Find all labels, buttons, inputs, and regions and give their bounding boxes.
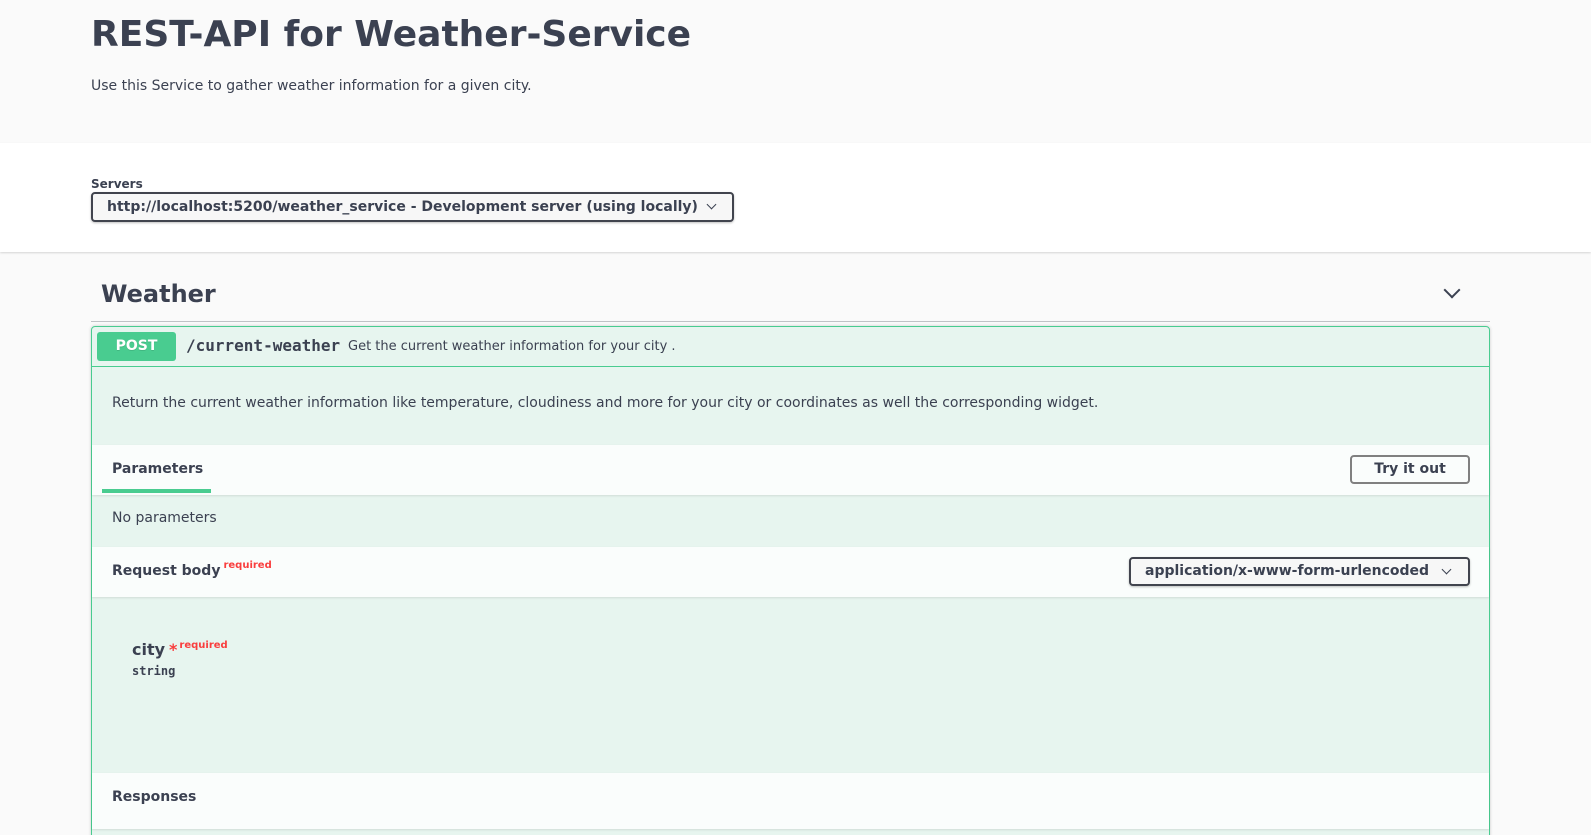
operation-summary-text: Get the current weather information for … xyxy=(348,339,676,354)
operation-block-post: POST /current-weather Get the current we… xyxy=(91,326,1490,835)
servers-select[interactable]: http://localhost:5200/weather_service - … xyxy=(91,192,734,222)
tag-title: Weather xyxy=(101,280,216,308)
try-it-out-button[interactable]: Try it out xyxy=(1350,455,1470,484)
no-parameters-text: No parameters xyxy=(112,510,217,526)
servers-section: Servers http://localhost:5200/weather_se… xyxy=(0,143,1591,252)
param-name-text: city xyxy=(132,640,166,659)
request-body-required-badge: required xyxy=(223,560,272,571)
operation-description: Return the current weather information l… xyxy=(112,395,1099,411)
tab-active-indicator xyxy=(102,489,211,493)
chevron-down-icon xyxy=(706,199,717,210)
responses-title: Responses xyxy=(112,789,197,805)
chevron-down-icon xyxy=(1441,564,1452,575)
api-info-header: REST-API for Weather-Service Use this Se… xyxy=(0,0,1591,143)
content-type-value: application/x-www-form-urlencoded xyxy=(1145,563,1430,579)
parameters-section-header: Parameters Try it out xyxy=(92,445,1489,495)
operation-summary[interactable]: POST /current-weather Get the current we… xyxy=(92,327,1489,367)
tag-weather-header[interactable]: Weather xyxy=(91,270,1490,322)
request-body-header: Request body required application/x-www-f… xyxy=(92,547,1489,597)
api-title: REST-API for Weather-Service xyxy=(91,14,692,55)
tab-parameters[interactable]: Parameters xyxy=(112,461,203,477)
collapse-chevron-icon[interactable] xyxy=(1443,281,1461,299)
form-param-name: city * required xyxy=(132,640,228,659)
request-body-title: Request body required xyxy=(112,560,272,579)
servers-select-value: http://localhost:5200/weather_service - … xyxy=(107,199,698,215)
servers-label: Servers xyxy=(91,177,143,191)
api-description: Use this Service to gather weather infor… xyxy=(91,78,532,94)
method-badge: POST xyxy=(97,332,176,361)
param-required-badge: required xyxy=(179,640,228,651)
required-star: * xyxy=(169,640,178,659)
request-body-label: Request body xyxy=(112,563,221,579)
param-type: string xyxy=(132,664,176,678)
operation-path: /current-weather xyxy=(186,336,341,355)
responses-header: Responses xyxy=(92,773,1489,829)
content-type-select[interactable]: application/x-www-form-urlencoded xyxy=(1129,557,1470,586)
